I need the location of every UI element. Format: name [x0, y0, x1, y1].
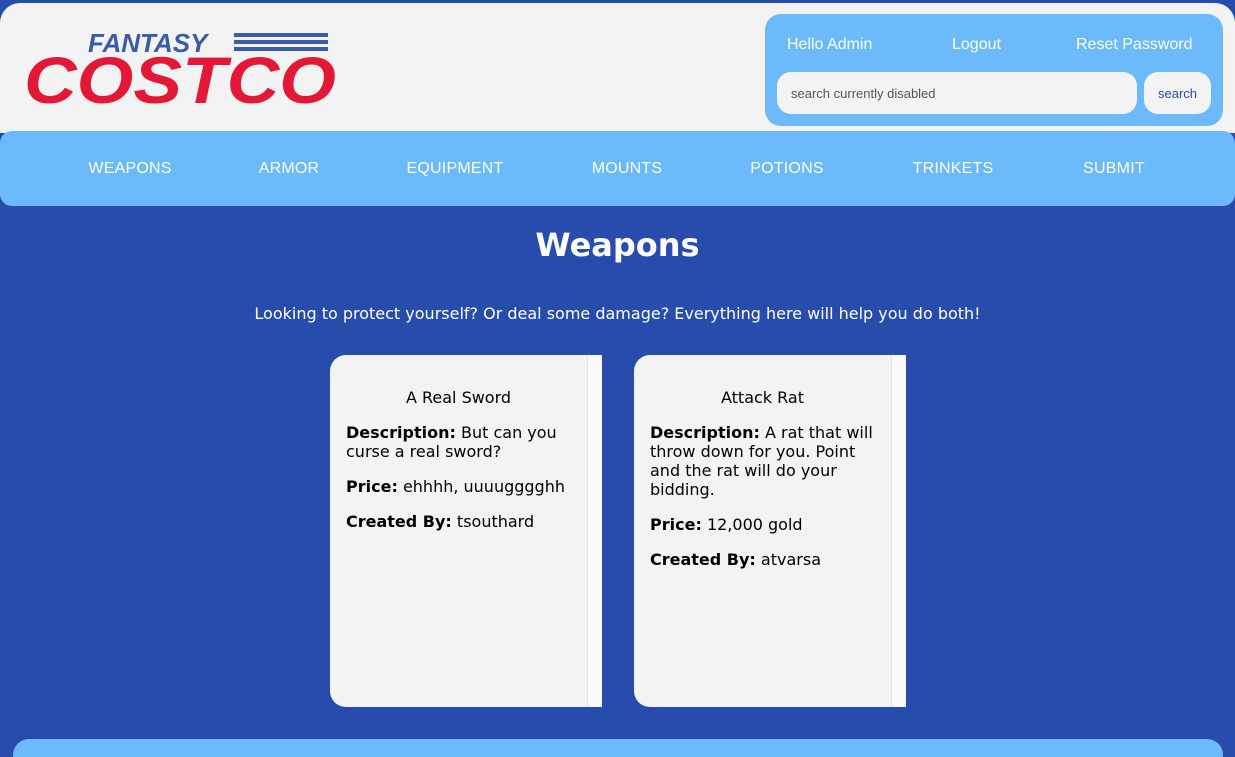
- card-body: Description: A rat that will throw down …: [650, 423, 878, 585]
- card-scrollbar[interactable]: [891, 355, 906, 707]
- card-title: A Real Sword: [405, 388, 512, 407]
- card-body: Description: But can you curse a real sw…: [346, 423, 574, 547]
- card-price: Price: 12,000 gold: [650, 515, 878, 534]
- card-created-by: Created By: atvarsa: [650, 550, 878, 569]
- footer-bar: [13, 739, 1223, 757]
- created-by-value: tsouthard: [456, 512, 535, 531]
- created-by-value: atvarsa: [760, 550, 821, 569]
- price-value: 12,000 gold: [706, 515, 803, 534]
- price-label: Price:: [650, 515, 702, 534]
- logout-link[interactable]: Logout: [952, 36, 1001, 54]
- card-scrollbar[interactable]: [587, 355, 602, 707]
- description-label: Description:: [650, 423, 760, 442]
- category-nav: WEAPONS ARMOR EQUIPMENT MOUNTS POTIONS T…: [0, 131, 1235, 206]
- logo-costco-text: COSTCO: [24, 43, 336, 107]
- search-input[interactable]: [777, 72, 1137, 114]
- price-value: ehhhh, uuuugggghh: [402, 477, 565, 496]
- card-created-by: Created By: tsouthard: [346, 512, 574, 531]
- nav-item-trinkets[interactable]: TRINKETS: [913, 160, 994, 178]
- card-description: Description: A rat that will throw down …: [650, 423, 878, 499]
- reset-password-link[interactable]: Reset Password: [1076, 36, 1193, 54]
- item-card[interactable]: Attack Rat Description: A rat that will …: [634, 355, 906, 707]
- greeting-link[interactable]: Hello Admin: [787, 36, 872, 54]
- created-by-label: Created By:: [346, 512, 452, 531]
- search-button[interactable]: search: [1144, 72, 1211, 114]
- description-label: Description:: [346, 423, 456, 442]
- card-price: Price: ehhhh, uuuugggghh: [346, 477, 574, 496]
- nav-item-submit[interactable]: SUBMIT: [1083, 160, 1145, 178]
- fantasy-costco-logo[interactable]: FANTASY COSTCO: [24, 27, 338, 107]
- nav-item-equipment[interactable]: EQUIPMENT: [407, 160, 504, 178]
- card-description: Description: But can you curse a real sw…: [346, 423, 574, 461]
- created-by-label: Created By:: [650, 550, 756, 569]
- page-title: Weapons: [535, 226, 700, 264]
- page-subtitle: Looking to protect yourself? Or deal som…: [254, 304, 981, 323]
- nav-item-potions[interactable]: POTIONS: [750, 160, 823, 178]
- nav-item-armor[interactable]: ARMOR: [259, 160, 320, 178]
- site-header: FANTASY COSTCO Hello Admin Logout Reset …: [0, 3, 1235, 133]
- item-card[interactable]: A Real Sword Description: But can you cu…: [330, 355, 602, 707]
- price-label: Price:: [346, 477, 398, 496]
- nav-item-mounts[interactable]: MOUNTS: [592, 160, 663, 178]
- card-title: Attack Rat: [720, 388, 804, 407]
- nav-item-weapons[interactable]: WEAPONS: [88, 160, 171, 178]
- user-panel: Hello Admin Logout Reset Password search: [765, 14, 1223, 126]
